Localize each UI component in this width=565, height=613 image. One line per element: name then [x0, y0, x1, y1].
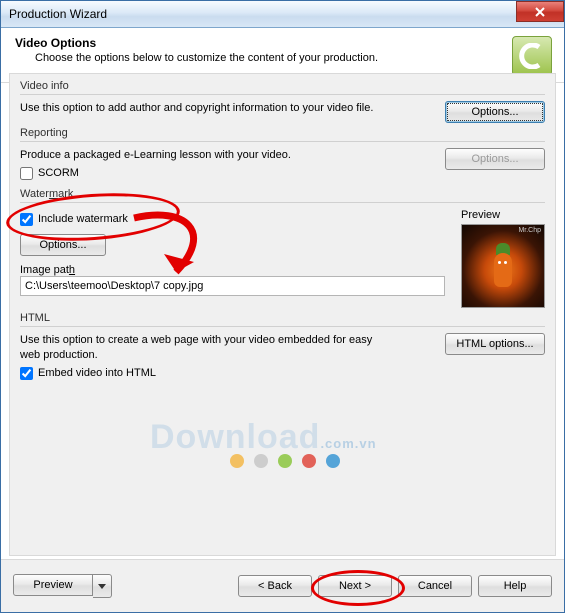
dot-icon [254, 454, 268, 468]
scorm-checkbox-input[interactable] [20, 167, 33, 180]
image-path-field[interactable] [20, 276, 445, 296]
preview-label: Preview [461, 209, 545, 221]
watermark-group: Watermark Include watermark Options... I… [20, 188, 545, 308]
window-title: Production Wizard [9, 7, 107, 21]
dot-icon [230, 454, 244, 468]
footer: Preview < Back Next > Cancel Help [1, 559, 564, 612]
branding-watermark: Download.com.vn [150, 418, 377, 457]
close-icon [534, 7, 546, 17]
preview-thumbnail: Mr.Chp [461, 224, 545, 308]
separator [20, 94, 545, 95]
embed-html-checkbox[interactable]: Embed video into HTML [20, 367, 435, 380]
image-path-label: Image path [20, 264, 445, 276]
separator [20, 326, 545, 327]
preview-dropdown[interactable] [93, 574, 112, 598]
include-watermark-input[interactable] [20, 213, 33, 226]
video-info-group: Video info Use this option to add author… [20, 80, 545, 123]
reporting-title: Reporting [20, 127, 545, 139]
html-group: HTML Use this option to create a web pag… [20, 312, 545, 384]
page-title: Video Options [15, 36, 378, 50]
production-wizard-window: Production Wizard Video Options Choose t… [0, 0, 565, 613]
embed-html-label: Embed video into HTML [38, 367, 156, 379]
watermark-preview: Preview Mr.Chp [461, 209, 545, 308]
branding-dots [230, 454, 340, 468]
chevron-down-icon [98, 584, 106, 589]
reporting-desc: Produce a packaged e-Learning lesson wit… [20, 148, 380, 163]
dot-icon [326, 454, 340, 468]
next-button[interactable]: Next > [318, 575, 392, 597]
html-title: HTML [20, 312, 545, 324]
camtasia-logo [512, 36, 552, 76]
scorm-checkbox[interactable]: SCORM [20, 167, 435, 180]
watermark-title: Watermark [20, 188, 545, 200]
preview-button[interactable]: Preview [13, 574, 93, 596]
preview-split-button[interactable]: Preview [13, 574, 112, 598]
preview-badge: Mr.Chp [518, 227, 541, 234]
back-button[interactable]: < Back [238, 575, 312, 597]
include-watermark-label: Include watermark [38, 213, 128, 225]
separator [20, 202, 545, 203]
close-button[interactable] [516, 1, 564, 22]
separator [20, 141, 545, 142]
video-info-title: Video info [20, 80, 545, 92]
content-panel: Download.com.vn Video info Use this opti… [9, 73, 556, 556]
reporting-options-button: Options... [445, 148, 545, 170]
html-desc: Use this option to create a web page wit… [20, 333, 380, 363]
help-button[interactable]: Help [478, 575, 552, 597]
watermark-options-button[interactable]: Options... [20, 234, 106, 256]
window-buttons [516, 1, 564, 27]
video-info-desc: Use this option to add author and copyri… [20, 101, 373, 116]
dot-icon [302, 454, 316, 468]
embed-html-input[interactable] [20, 367, 33, 380]
video-info-options-button[interactable]: Options... [445, 101, 545, 123]
titlebar: Production Wizard [1, 1, 564, 28]
html-options-button[interactable]: HTML options... [445, 333, 545, 355]
logo-icon [519, 43, 545, 69]
dot-icon [278, 454, 292, 468]
scorm-label: SCORM [38, 167, 79, 179]
page-subtitle: Choose the options below to customize th… [35, 52, 378, 64]
include-watermark-checkbox[interactable]: Include watermark [20, 213, 445, 226]
cancel-button[interactable]: Cancel [398, 575, 472, 597]
reporting-group: Reporting Produce a packaged e-Learning … [20, 127, 545, 184]
carrot-character-icon [492, 243, 514, 291]
